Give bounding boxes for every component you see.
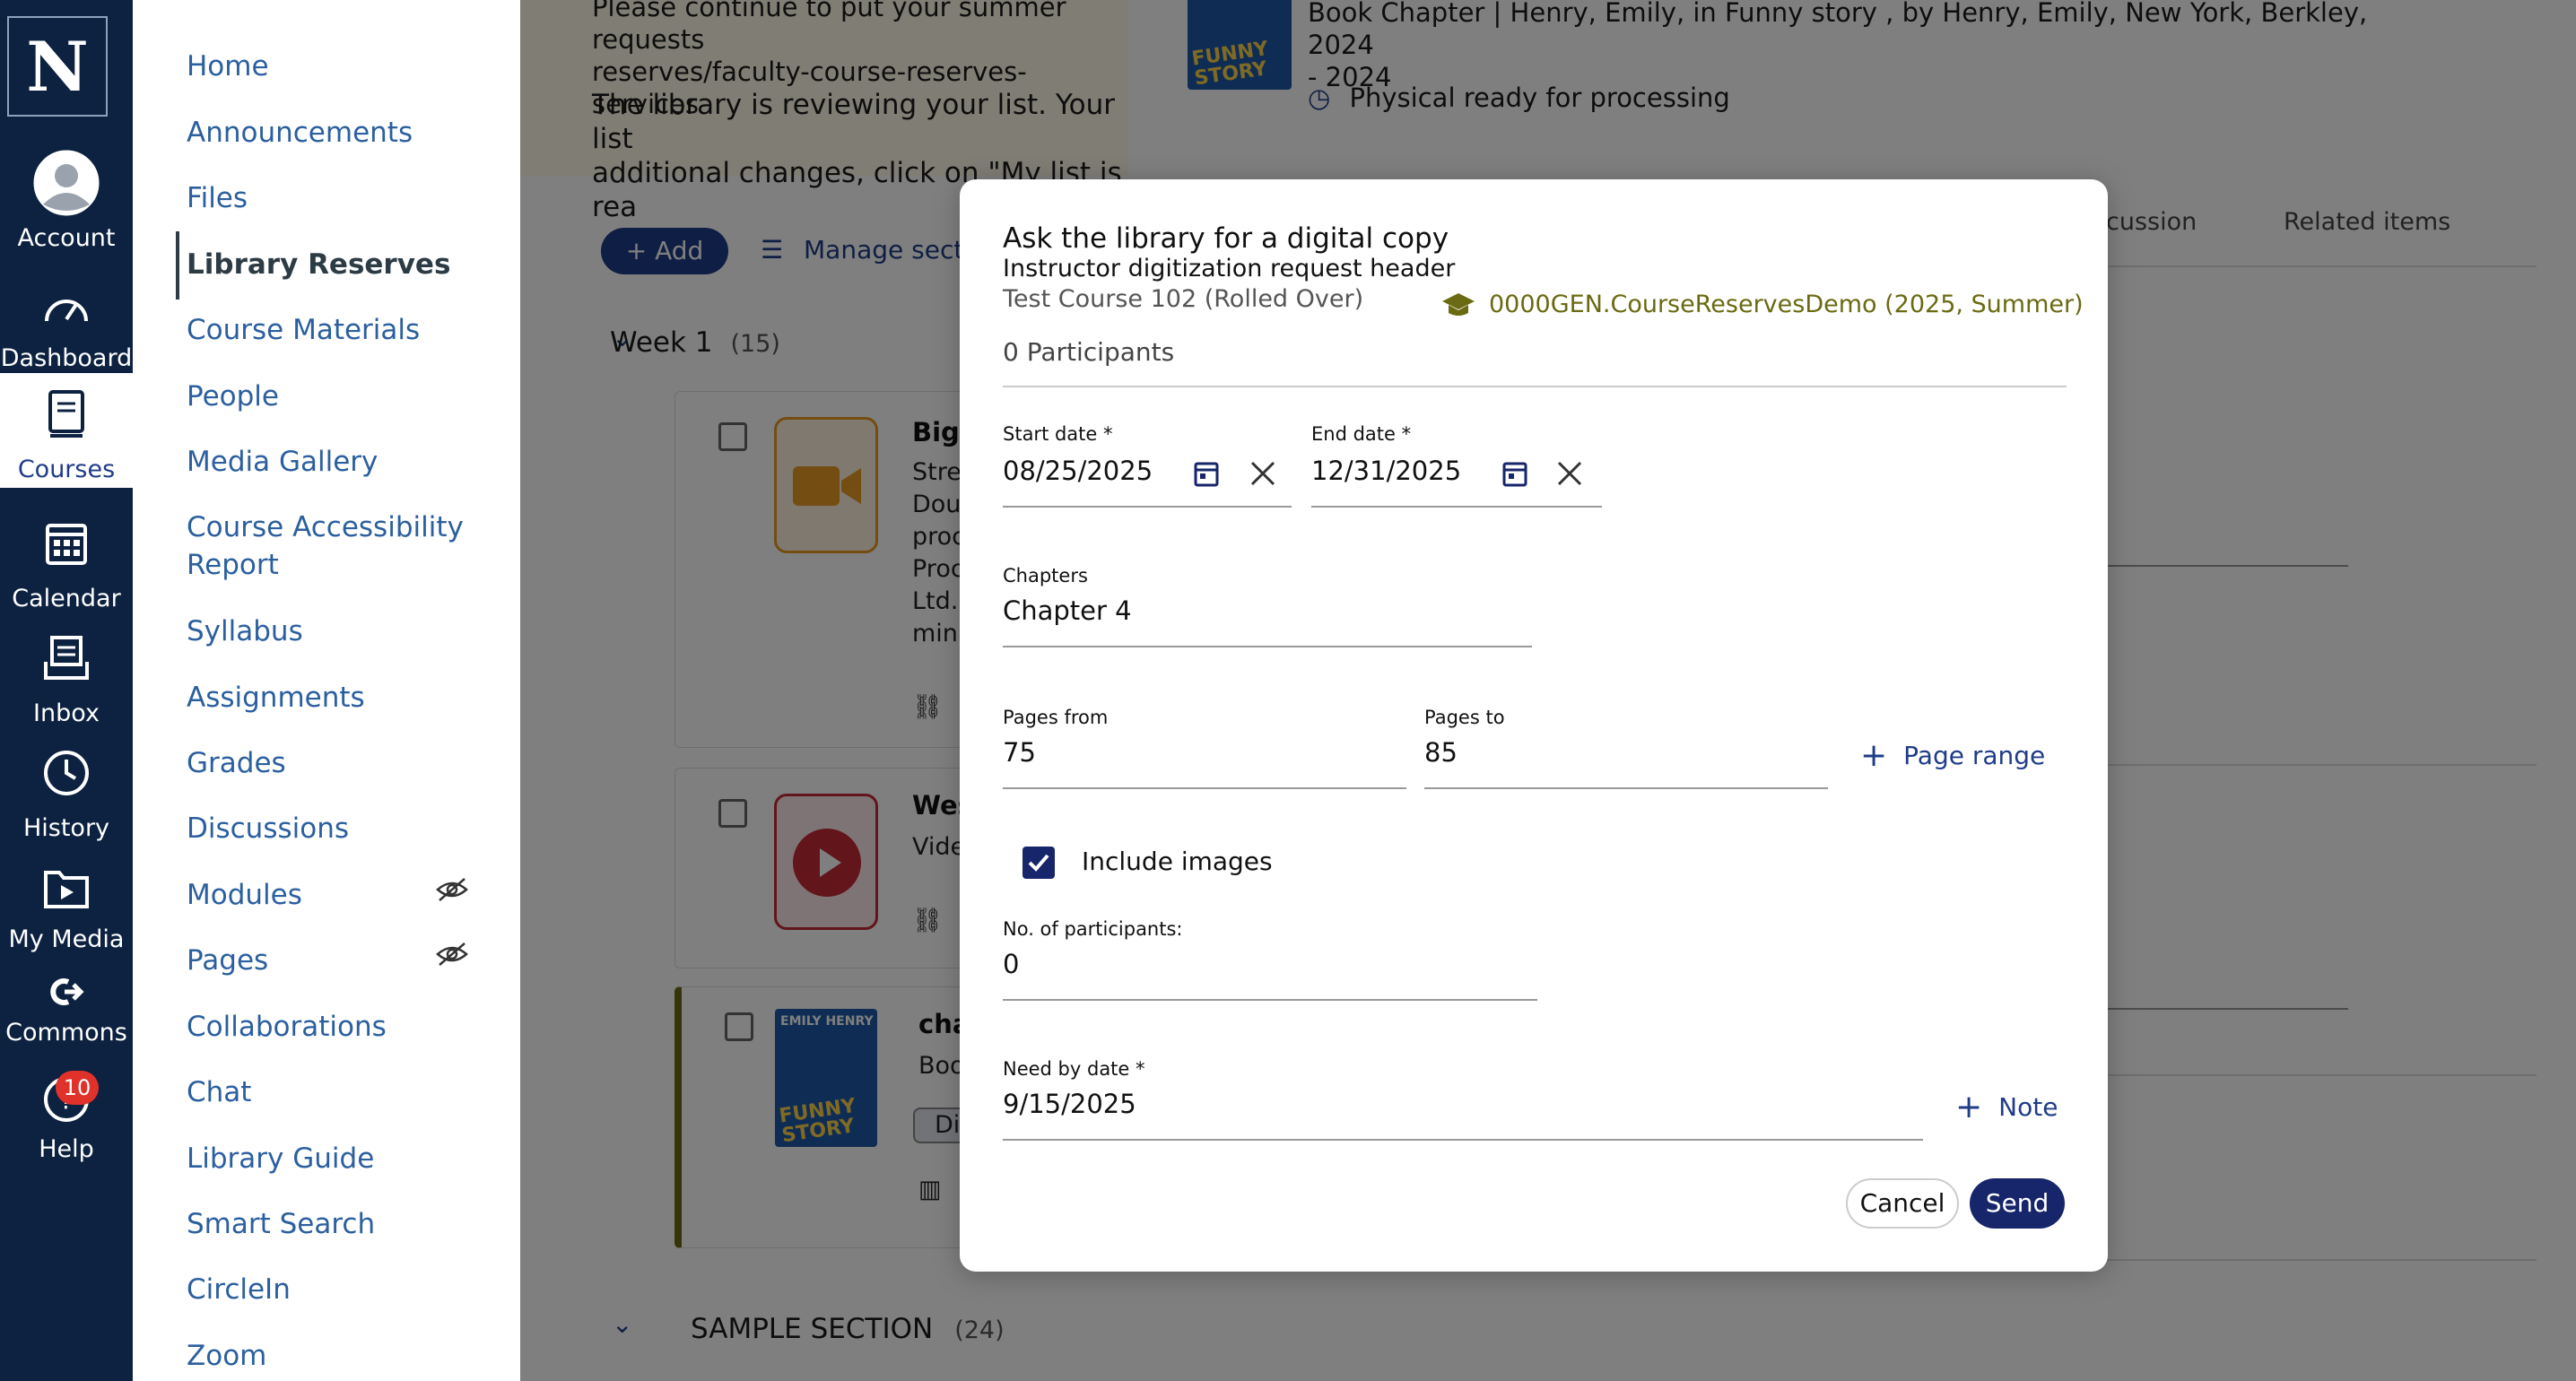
global-nav: N Account Dashboard Courses Calendar Inb… xyxy=(0,0,133,1381)
participants-input[interactable]: 0 xyxy=(1003,949,1019,979)
input-underline xyxy=(1003,787,1406,789)
plus-icon: + xyxy=(1955,1088,1983,1125)
course-nav-grades[interactable]: Grades xyxy=(187,747,286,779)
end-date-label: End date * xyxy=(1311,423,1412,445)
input-underline xyxy=(1003,506,1292,508)
pages-to-input[interactable]: 85 xyxy=(1424,737,1458,768)
chapters-label: Chapters xyxy=(1003,565,1088,586)
clear-icon[interactable] xyxy=(1555,459,1584,491)
active-indicator xyxy=(176,231,179,300)
chapters-input[interactable]: Chapter 4 xyxy=(1003,595,1132,626)
note-label: Note xyxy=(1998,1092,2058,1122)
start-date-label: Start date * xyxy=(1003,423,1113,445)
global-nav-label: Calendar xyxy=(12,585,121,612)
global-nav-label: Courses xyxy=(17,456,116,483)
course-nav-pages[interactable]: Pages xyxy=(187,944,268,977)
course-nav-home[interactable]: Home xyxy=(187,50,269,83)
add-page-range-button[interactable]: + Page range xyxy=(1860,736,2046,774)
page-range-label: Page range xyxy=(1903,741,2046,770)
calendar-icon[interactable] xyxy=(1501,459,1528,491)
cancel-button[interactable]: Cancel xyxy=(1846,1178,1959,1229)
pages-to-label: Pages to xyxy=(1424,707,1505,728)
global-nav-calendar[interactable]: Calendar xyxy=(0,502,133,612)
add-note-button[interactable]: + Note xyxy=(1955,1088,2058,1125)
commons-icon xyxy=(0,965,133,1019)
global-nav-commons[interactable]: Commons xyxy=(0,960,133,1069)
course-nav-course-materials[interactable]: Course Materials xyxy=(187,314,420,346)
course-code-text: 0000GEN.CourseReservesDemo (2025, Summer… xyxy=(1489,291,2084,318)
book-icon xyxy=(0,387,133,441)
course-nav-course-accessibility[interactable]: Course Accessibility xyxy=(187,511,464,543)
include-images-checkbox[interactable] xyxy=(1023,847,1055,879)
course-nav-files[interactable]: Files xyxy=(187,182,248,214)
global-nav-courses[interactable]: Courses xyxy=(0,373,133,488)
global-nav-account[interactable]: Account xyxy=(0,142,133,252)
input-underline xyxy=(1311,506,1602,508)
end-date-input[interactable]: 12/31/2025 xyxy=(1311,456,1461,486)
global-nav-label: Inbox xyxy=(33,699,100,727)
inbox-icon xyxy=(0,631,133,685)
global-nav-history[interactable]: History xyxy=(0,732,133,842)
calendar-icon[interactable] xyxy=(1193,459,1220,491)
course-nav-assignments[interactable]: Assignments xyxy=(187,682,365,714)
global-nav-label: Commons xyxy=(5,1019,127,1047)
calendar-icon xyxy=(0,517,133,570)
course-nav-announcements[interactable]: Announcements xyxy=(187,117,413,149)
course-nav-people[interactable]: People xyxy=(187,380,279,413)
institution-logo[interactable]: N xyxy=(7,16,108,117)
digital-copy-dialog: Ask the library for a digital copy Instr… xyxy=(960,179,2108,1272)
avatar-icon xyxy=(0,150,133,216)
clear-icon[interactable] xyxy=(1249,459,1277,491)
dialog-subtitle: Instructor digitization request header xyxy=(1003,255,1456,282)
global-nav-label: History xyxy=(22,814,110,842)
global-nav-my-media[interactable]: My Media xyxy=(0,847,133,956)
speedometer-icon xyxy=(0,280,133,334)
graduation-cap-icon xyxy=(1442,292,1475,316)
course-code: 0000GEN.CourseReservesDemo (2025, Summer… xyxy=(1440,291,2084,318)
global-nav-label: Help xyxy=(39,1135,94,1163)
global-nav-label: Account xyxy=(17,224,116,252)
input-underline xyxy=(1003,999,1537,1001)
hidden-eye-icon xyxy=(436,877,468,906)
clock-icon xyxy=(0,746,133,800)
dialog-title: Ask the library for a digital copy xyxy=(1003,222,1449,255)
divider xyxy=(1003,386,2067,387)
start-date-input[interactable]: 08/25/2025 xyxy=(1003,456,1153,486)
hidden-eye-icon xyxy=(436,942,468,970)
course-nav-modules[interactable]: Modules xyxy=(187,879,302,911)
course-nav-zoom[interactable]: Zoom xyxy=(187,1340,266,1372)
global-nav-inbox[interactable]: Inbox xyxy=(0,617,133,727)
plus-icon: + xyxy=(1860,736,1888,774)
pages-from-label: Pages from xyxy=(1003,707,1109,728)
input-underline xyxy=(1003,1139,1923,1141)
course-nav-syllabus[interactable]: Syllabus xyxy=(187,615,303,647)
input-underline xyxy=(1003,646,1532,647)
checkmark-icon xyxy=(1028,854,1049,872)
course-nav-media-gallery[interactable]: Media Gallery xyxy=(187,446,378,478)
global-nav-label: My Media xyxy=(8,925,125,953)
input-underline xyxy=(1424,787,1828,789)
help-badge: 10 xyxy=(56,1071,99,1105)
course-nav-course-accessibility-line2[interactable]: Report xyxy=(187,549,279,581)
global-nav-help[interactable]: ? 10 Help xyxy=(0,1056,133,1166)
course-nav-library-guide[interactable]: Library Guide xyxy=(187,1142,374,1175)
pages-from-input[interactable]: 75 xyxy=(1003,737,1036,768)
global-nav-label: Dashboard xyxy=(0,344,133,372)
course-name: Test Course 102 (Rolled Over) xyxy=(1003,285,1364,313)
send-button[interactable]: Send xyxy=(1970,1178,2065,1229)
include-images-label[interactable]: Include images xyxy=(1082,847,1273,876)
course-nav-collaborations[interactable]: Collaborations xyxy=(187,1011,387,1043)
need-by-date-label: Need by date * xyxy=(1003,1058,1145,1080)
participants-count: 0 Participants xyxy=(1003,337,1175,367)
course-nav: Home Announcements Files Library Reserve… xyxy=(133,0,520,1381)
media-folder-icon xyxy=(0,861,133,915)
course-nav-chat[interactable]: Chat xyxy=(187,1076,251,1108)
course-nav-circlein[interactable]: CircleIn xyxy=(187,1273,291,1306)
need-by-date-input[interactable]: 9/15/2025 xyxy=(1003,1089,1136,1119)
course-nav-smart-search[interactable]: Smart Search xyxy=(187,1208,375,1240)
course-nav-library-reserves[interactable]: Library Reserves xyxy=(187,248,450,281)
global-nav-dashboard[interactable]: Dashboard xyxy=(0,265,133,375)
participants-label: No. of participants: xyxy=(1003,918,1183,940)
course-nav-discussions[interactable]: Discussions xyxy=(187,812,349,845)
